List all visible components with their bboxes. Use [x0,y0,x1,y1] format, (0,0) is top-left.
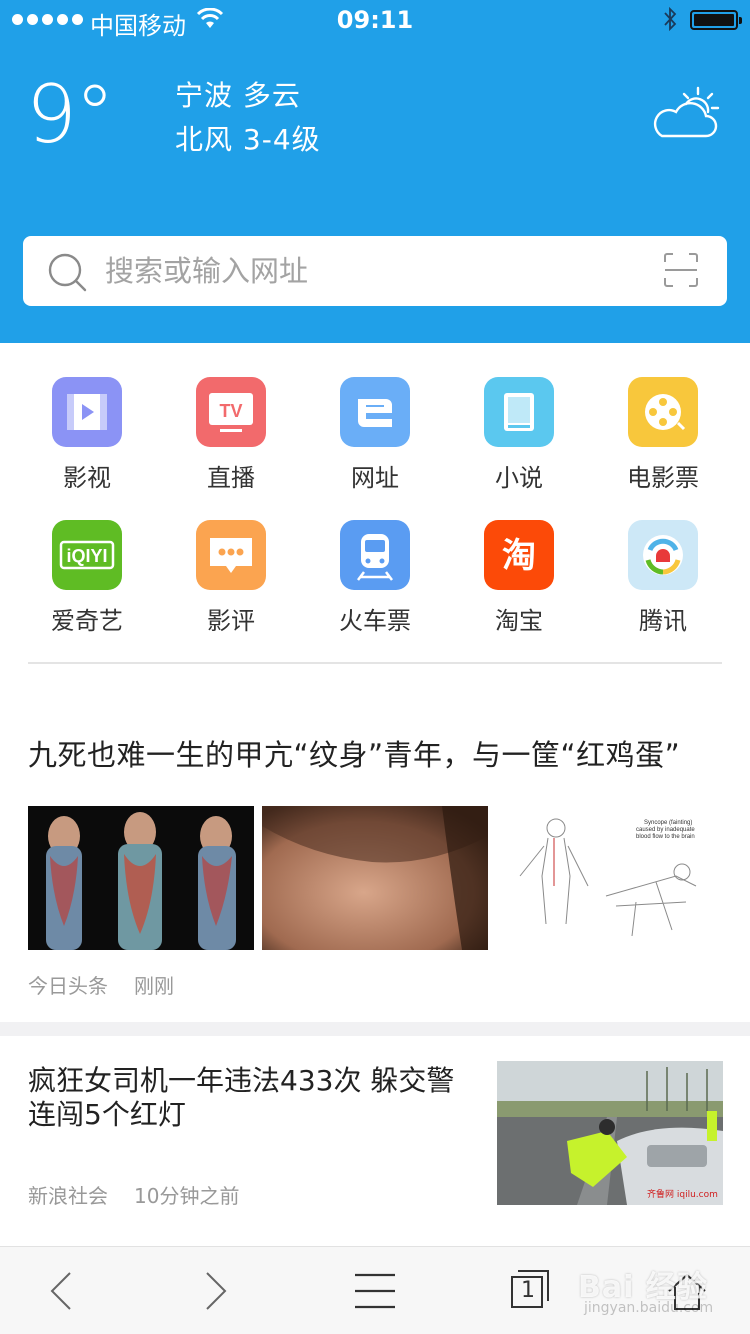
partly-cloudy-icon[interactable] [648,84,720,144]
menu-button[interactable] [330,1247,420,1334]
quick-link-video[interactable]: 影视 [15,360,159,500]
chevron-left-icon [50,1272,71,1310]
tabs-button[interactable]: 1 [486,1247,576,1334]
wind-info: 北风 3-4级 [175,123,321,156]
svg-text:blood flow to the brain: blood flow to the brain [636,834,695,840]
search-input[interactable] [105,236,645,306]
forward-button[interactable] [170,1247,260,1334]
news-thumbnail[interactable] [262,806,488,950]
quick-link-label: 电影票 [627,464,699,492]
news-source: 今日头条 [28,974,108,998]
quick-link-movie-tickets[interactable]: 电影票 [591,360,735,500]
svg-text:齐鲁网 iqilu.com: 齐鲁网 iqilu.com [647,1188,718,1200]
news-thumbnail[interactable]: 齐鲁网 iqilu.com [497,1061,723,1205]
quick-link-live[interactable]: TV 直播 [159,360,303,500]
comment-icon [196,520,266,590]
news-meta: 今日头条 刚刚 [28,970,174,999]
tencent-icon [628,520,698,590]
quick-link-label: 直播 [207,464,255,492]
news-title[interactable]: 疯狂女司机一年违法433次 躲交警连闯5个红灯 [28,1064,478,1132]
clock: 09:11 [336,6,414,34]
bluetooth-icon [664,6,677,32]
thumbnail-caption: Syncope (fainting) [644,820,692,826]
temperature: 9° [26,68,115,161]
e-browser-icon [340,377,410,447]
news-title[interactable]: 九死也难一生的甲亢“纹身”青年，与一筐“红鸡蛋” [28,732,680,774]
quick-link-label: 影评 [207,607,255,635]
quick-link-taobao[interactable]: 淘 淘宝 [447,503,591,643]
hamburger-icon [355,1273,395,1309]
quick-link-urls[interactable]: 网址 [303,360,447,500]
news-meta: 新浪社会 10分钟之前 [28,1180,239,1209]
chevron-right-icon [206,1272,227,1310]
quick-link-label: 腾讯 [639,607,687,635]
tab-count: 1 [521,1278,535,1303]
scan-icon[interactable] [663,252,699,288]
watermark-url: jingyan.baidu.com [584,1300,714,1316]
news-source: 新浪社会 [28,1184,108,1208]
quick-link-label: 网址 [351,464,399,492]
news-thumbnail[interactable]: Syncope (fainting) caused by inadequate … [496,806,722,950]
battery-icon [690,10,742,30]
tv-icon: TV [196,377,266,447]
news-time: 10分钟之前 [134,1184,240,1208]
section-separator [0,1022,750,1036]
quick-link-tencent[interactable]: 腾讯 [591,503,735,643]
news-time: 刚刚 [134,974,174,998]
news-thumbnail[interactable] [28,806,254,950]
status-bar: 中国移动 09:11 [0,0,750,40]
quick-link-novels[interactable]: 小说 [447,360,591,500]
taobao-icon: 淘 [484,520,554,590]
svg-text:TV: TV [219,401,242,421]
weather-header: 中国移动 09:11 9° 宁波 多云 北风 3-4级 [0,0,750,343]
svg-text:caused by inadequate: caused by inadequate [636,827,695,833]
quick-link-label: 淘宝 [495,607,543,635]
quick-link-label: 小说 [495,464,543,492]
quick-link-reviews[interactable]: 影评 [159,503,303,643]
quick-link-label: 影视 [63,464,111,492]
book-icon [484,377,554,447]
quick-link-label: 爱奇艺 [51,607,123,635]
svg-text:iQIYI: iQIYI [66,546,107,566]
search-bar[interactable] [23,236,727,306]
film-reel-icon [628,377,698,447]
city-condition: 宁波 多云 [175,79,301,112]
train-icon [340,520,410,590]
divider [28,662,722,664]
quick-link-label: 火车票 [339,607,411,635]
back-button[interactable] [17,1247,107,1334]
quick-link-iqiyi[interactable]: iQIYI 爱奇艺 [15,503,159,643]
quick-link-train-tickets[interactable]: 火车票 [303,503,447,643]
svg-text:淘: 淘 [502,536,536,576]
search-icon [48,253,87,292]
video-icon [52,377,122,447]
iqiyi-icon: iQIYI [52,520,122,590]
